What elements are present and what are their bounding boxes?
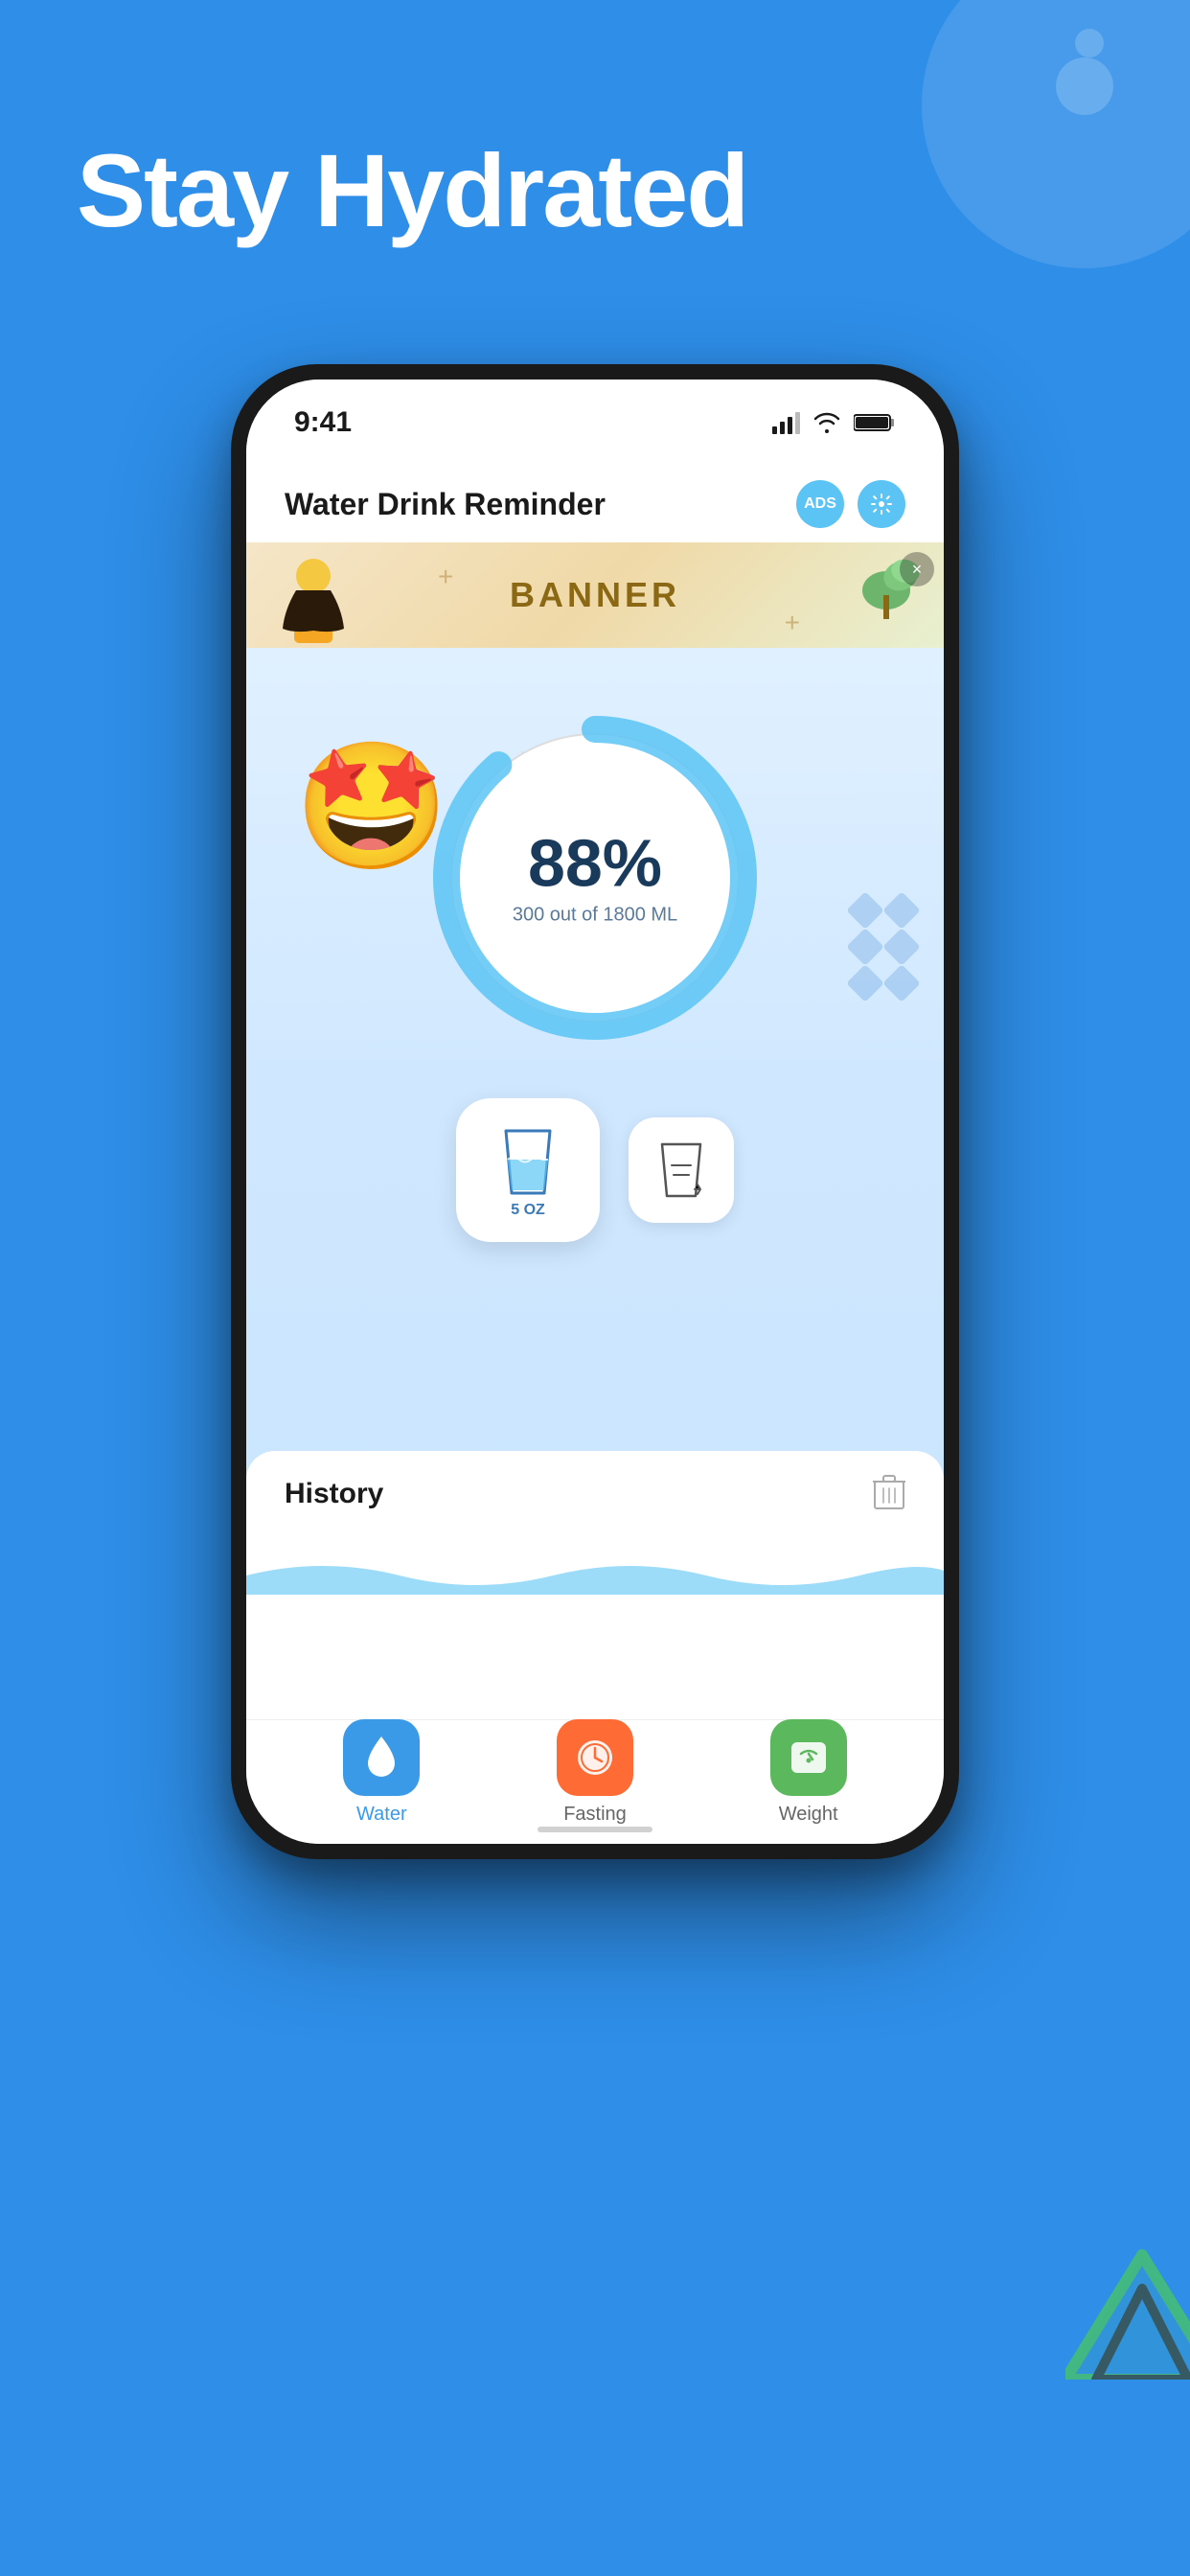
water-drop-icon <box>361 1735 401 1781</box>
main-title: Stay Hydrated <box>77 134 1113 248</box>
weight-nav-label: Weight <box>779 1804 838 1826</box>
diamond-2 <box>882 891 921 930</box>
emoji-mascot: 🤩 <box>294 744 467 916</box>
diamond-5 <box>846 964 884 1002</box>
history-title: History <box>246 1451 944 1520</box>
settings-button[interactable] <box>858 480 905 528</box>
water-nav-icon-wrap <box>343 1719 420 1796</box>
history-section: History <box>246 1451 944 1719</box>
app-header: Water Drink Reminder ADS <box>246 466 944 542</box>
ads-button[interactable]: ADS <box>796 480 844 528</box>
bottom-nav: Water Fasting <box>246 1719 944 1844</box>
trash-icon[interactable] <box>873 1474 905 1510</box>
bg-circle-small <box>1056 58 1113 115</box>
cups-area: 5 OZ <box>456 1098 734 1242</box>
nav-item-weight[interactable]: Weight <box>770 1719 847 1826</box>
nav-item-water[interactable]: Water <box>343 1719 420 1826</box>
diamond-3 <box>846 928 884 966</box>
progress-ring-container: 88% 300 out of 1800 ML <box>423 705 767 1050</box>
phone-frame: 9:41 <box>231 364 959 1859</box>
diamond-1 <box>846 891 884 930</box>
water-nav-label: Water <box>356 1804 407 1826</box>
weight-scale-icon <box>788 1736 830 1779</box>
diamond-4 <box>882 928 921 966</box>
status-icons <box>772 412 896 434</box>
banner: BANNER + + × <box>246 542 944 648</box>
phone-mockup: 9:41 <box>231 364 959 1859</box>
secondary-cup-button[interactable] <box>629 1117 734 1223</box>
banner-plus-2: + <box>785 608 800 638</box>
battery-icon <box>854 412 896 433</box>
progress-percent: 88% <box>513 830 677 897</box>
fasting-nav-icon-wrap <box>557 1719 633 1796</box>
progress-description: 300 out of 1800 ML <box>513 905 677 927</box>
phone-screen: 9:41 <box>246 380 944 1844</box>
wifi-icon <box>813 412 840 433</box>
status-time: 9:41 <box>294 406 352 439</box>
primary-cup-button[interactable]: 5 OZ <box>456 1098 600 1242</box>
app-header-title: Water Drink Reminder <box>285 487 606 522</box>
status-bar: 9:41 <box>246 380 944 466</box>
diamonds-decoration <box>852 897 915 997</box>
weight-nav-icon-wrap <box>770 1719 847 1796</box>
signal-icon <box>772 412 800 434</box>
banner-text: BANNER <box>510 575 680 615</box>
water-cup-icon <box>494 1121 561 1198</box>
fasting-clock-icon <box>574 1736 616 1779</box>
nav-item-fasting[interactable]: Fasting <box>557 1719 633 1826</box>
header-icons: ADS <box>796 480 905 528</box>
history-wave <box>246 1547 944 1595</box>
settings-icon <box>870 493 893 516</box>
vue-logo <box>1065 2245 1190 2384</box>
bg-circle-tiny <box>1075 29 1104 58</box>
banner-plus-1: + <box>438 562 453 592</box>
banner-girl-illustration <box>265 552 361 648</box>
fasting-nav-label: Fasting <box>563 1804 627 1826</box>
cup-size-label: 5 OZ <box>511 1202 545 1219</box>
home-indicator <box>538 1827 652 1832</box>
diamond-6 <box>882 964 921 1002</box>
custom-cup-icon <box>652 1137 710 1204</box>
main-content: 🤩 <box>246 648 944 1719</box>
banner-close-button[interactable]: × <box>900 552 934 586</box>
ring-center: 88% 300 out of 1800 ML <box>513 830 677 927</box>
